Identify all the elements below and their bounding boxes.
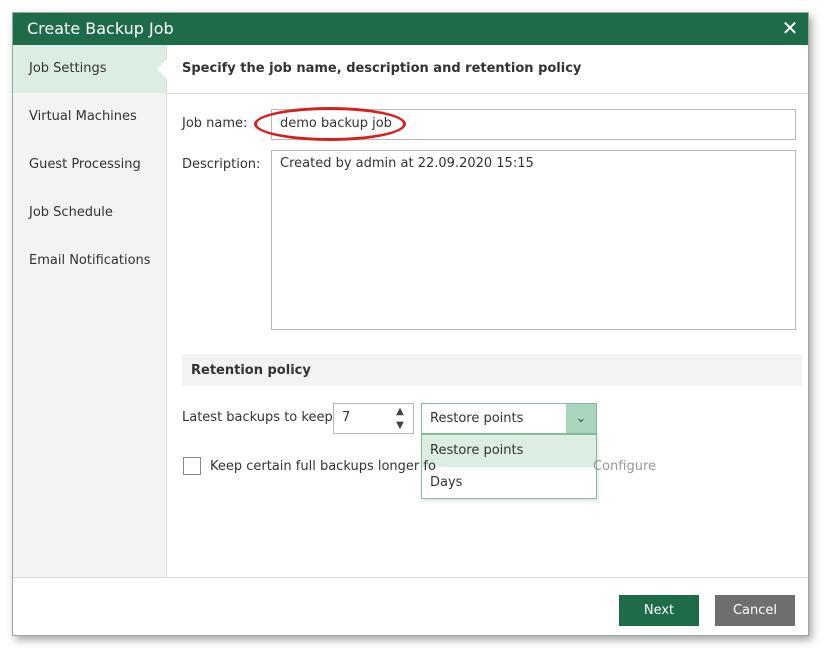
sidebar-item-label: Virtual Machines xyxy=(29,109,137,124)
description-textarea[interactable]: Created by admin at 22.09.2020 15:15 xyxy=(271,150,796,330)
wizard-sidebar: Job Settings Virtual Machines Guest Proc… xyxy=(13,45,167,577)
retention-policy-header: Retention policy xyxy=(182,354,802,386)
chevron-down-icon[interactable]: ⌄ xyxy=(566,404,596,433)
sidebar-item-job-schedule[interactable]: Job Schedule xyxy=(13,189,166,237)
section-header: Specify the job name, description and re… xyxy=(167,45,808,94)
close-icon[interactable]: ✕ xyxy=(778,15,802,41)
sidebar-item-label: Email Notifications xyxy=(29,253,151,268)
retention-unit-select[interactable]: Restore points ⌄ xyxy=(421,403,597,434)
restore-points-stepper[interactable]: 7 ▲ ▼ xyxy=(333,403,414,434)
dialog-footer: Next Cancel xyxy=(13,577,808,635)
next-button[interactable]: Next xyxy=(619,595,699,626)
stepper-value: 7 xyxy=(342,410,351,425)
chevron-down-icon[interactable]: ▼ xyxy=(393,420,407,432)
sidebar-item-guest-processing[interactable]: Guest Processing xyxy=(13,141,166,189)
sidebar-item-label: Job Schedule xyxy=(29,205,113,220)
latest-backups-label: Latest backups to keep: xyxy=(182,410,338,425)
section-title: Specify the job name, description and re… xyxy=(182,61,582,76)
description-label: Description: xyxy=(182,157,261,172)
sidebar-item-label: Guest Processing xyxy=(29,157,141,172)
annotation-ellipse xyxy=(254,107,406,141)
main-panel: Specify the job name, description and re… xyxy=(167,45,808,577)
sidebar-item-virtual-machines[interactable]: Virtual Machines xyxy=(13,93,166,141)
keep-full-backups-label: Keep certain full backups longer fo xyxy=(210,459,436,474)
chevron-up-icon[interactable]: ▲ xyxy=(393,406,407,418)
cancel-button[interactable]: Cancel xyxy=(715,595,795,626)
sidebar-item-label: Job Settings xyxy=(29,61,107,76)
sidebar-item-email-notifications[interactable]: Email Notifications xyxy=(13,237,166,285)
job-name-label: Job name: xyxy=(182,116,248,131)
sidebar-item-job-settings[interactable]: Job Settings xyxy=(13,45,167,93)
keep-full-backups-checkbox[interactable] xyxy=(183,457,201,475)
select-value: Restore points xyxy=(430,411,524,426)
retention-policy-title: Retention policy xyxy=(191,363,311,378)
titlebar: Create Backup Job ✕ xyxy=(13,13,808,45)
active-pointer-icon xyxy=(157,59,167,79)
dialog-title: Create Backup Job xyxy=(27,19,174,38)
retention-unit-dropdown: Restore points Days xyxy=(421,434,597,499)
option-days[interactable]: Days xyxy=(422,467,596,499)
configure-link[interactable]: Configure xyxy=(593,459,656,474)
create-backup-job-dialog: Create Backup Job ✕ Job Settings Virtual… xyxy=(12,12,809,636)
option-restore-points[interactable]: Restore points xyxy=(422,435,596,467)
